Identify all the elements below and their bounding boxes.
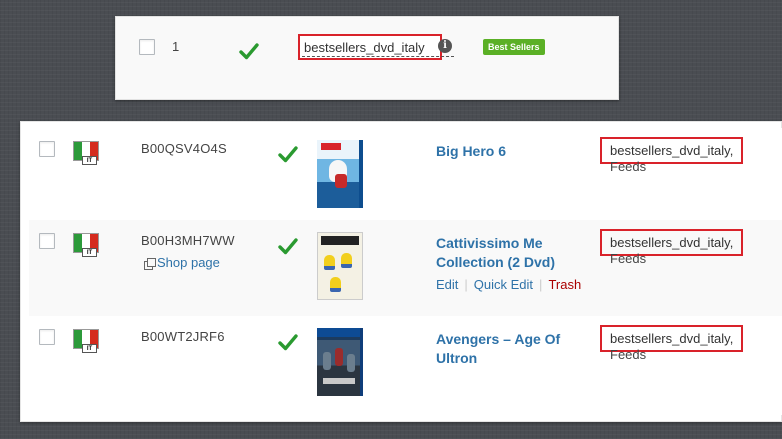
separator: | [539, 277, 543, 292]
table-row: IT B00H3MH7WW Shop page Cattivissimo Me … [29, 220, 782, 316]
checkmark-icon [278, 146, 298, 163]
info-icon[interactable]: i [438, 39, 452, 53]
feeds-link[interactable]: Feeds [610, 251, 646, 266]
feeds-link[interactable]: Feeds [610, 159, 646, 174]
product-thumbnail[interactable] [317, 140, 363, 208]
quick-edit-link[interactable]: Quick Edit [474, 277, 533, 292]
product-title[interactable]: Big Hero 6 [436, 142, 576, 161]
asin: B00WT2JRF6 [141, 329, 225, 344]
checkmark-icon [239, 43, 259, 60]
row-checkbox[interactable] [139, 39, 155, 55]
flag-label: IT [82, 248, 97, 257]
external-link-icon [144, 257, 156, 270]
term-link[interactable]: bestsellers_dvd_italy, [610, 331, 733, 346]
top-term-row: 1 bestsellers_dvd_italy i Best Sellers [115, 16, 619, 100]
best-sellers-badge: Best Sellers [483, 39, 545, 55]
table-row: IT B00QSV4O4S Big Hero 6 bestsellers_dvd… [29, 128, 782, 220]
row-checkbox[interactable] [39, 329, 55, 345]
asin: B00H3MH7WW [141, 233, 235, 248]
trash-link[interactable]: Trash [548, 277, 581, 292]
row-number: 1 [172, 39, 180, 54]
row-checkbox[interactable] [39, 233, 55, 249]
checkmark-icon [278, 334, 298, 351]
product-title[interactable]: Avengers – Age Of Ultron [436, 330, 576, 368]
flag-label: IT [82, 156, 97, 165]
flag-label: IT [82, 344, 97, 353]
shop-page-label: Shop page [157, 255, 220, 270]
row-actions: Edit | Quick Edit | Trash [436, 277, 581, 292]
term-underline [302, 56, 454, 57]
term-link[interactable]: bestsellers_dvd_italy, [610, 235, 733, 250]
product-thumbnail[interactable] [317, 328, 363, 396]
product-title[interactable]: Cattivissimo Me Collection (2 Dvd) [436, 234, 576, 272]
term-name[interactable]: bestsellers_dvd_italy [304, 40, 425, 55]
separator: | [464, 277, 468, 292]
products-table: IT B00QSV4O4S Big Hero 6 bestsellers_dvd… [20, 121, 782, 422]
shop-page-link[interactable]: Shop page [144, 255, 220, 270]
asin: B00QSV4O4S [141, 141, 227, 156]
edit-link[interactable]: Edit [436, 277, 458, 292]
row-checkbox[interactable] [39, 141, 55, 157]
feeds-link[interactable]: Feeds [610, 347, 646, 362]
table-row: IT B00WT2JRF6 Avengers – Age Of Ultron b… [29, 316, 782, 415]
term-link[interactable]: bestsellers_dvd_italy, [610, 143, 733, 158]
checkmark-icon [278, 238, 298, 255]
product-thumbnail[interactable] [317, 232, 363, 300]
